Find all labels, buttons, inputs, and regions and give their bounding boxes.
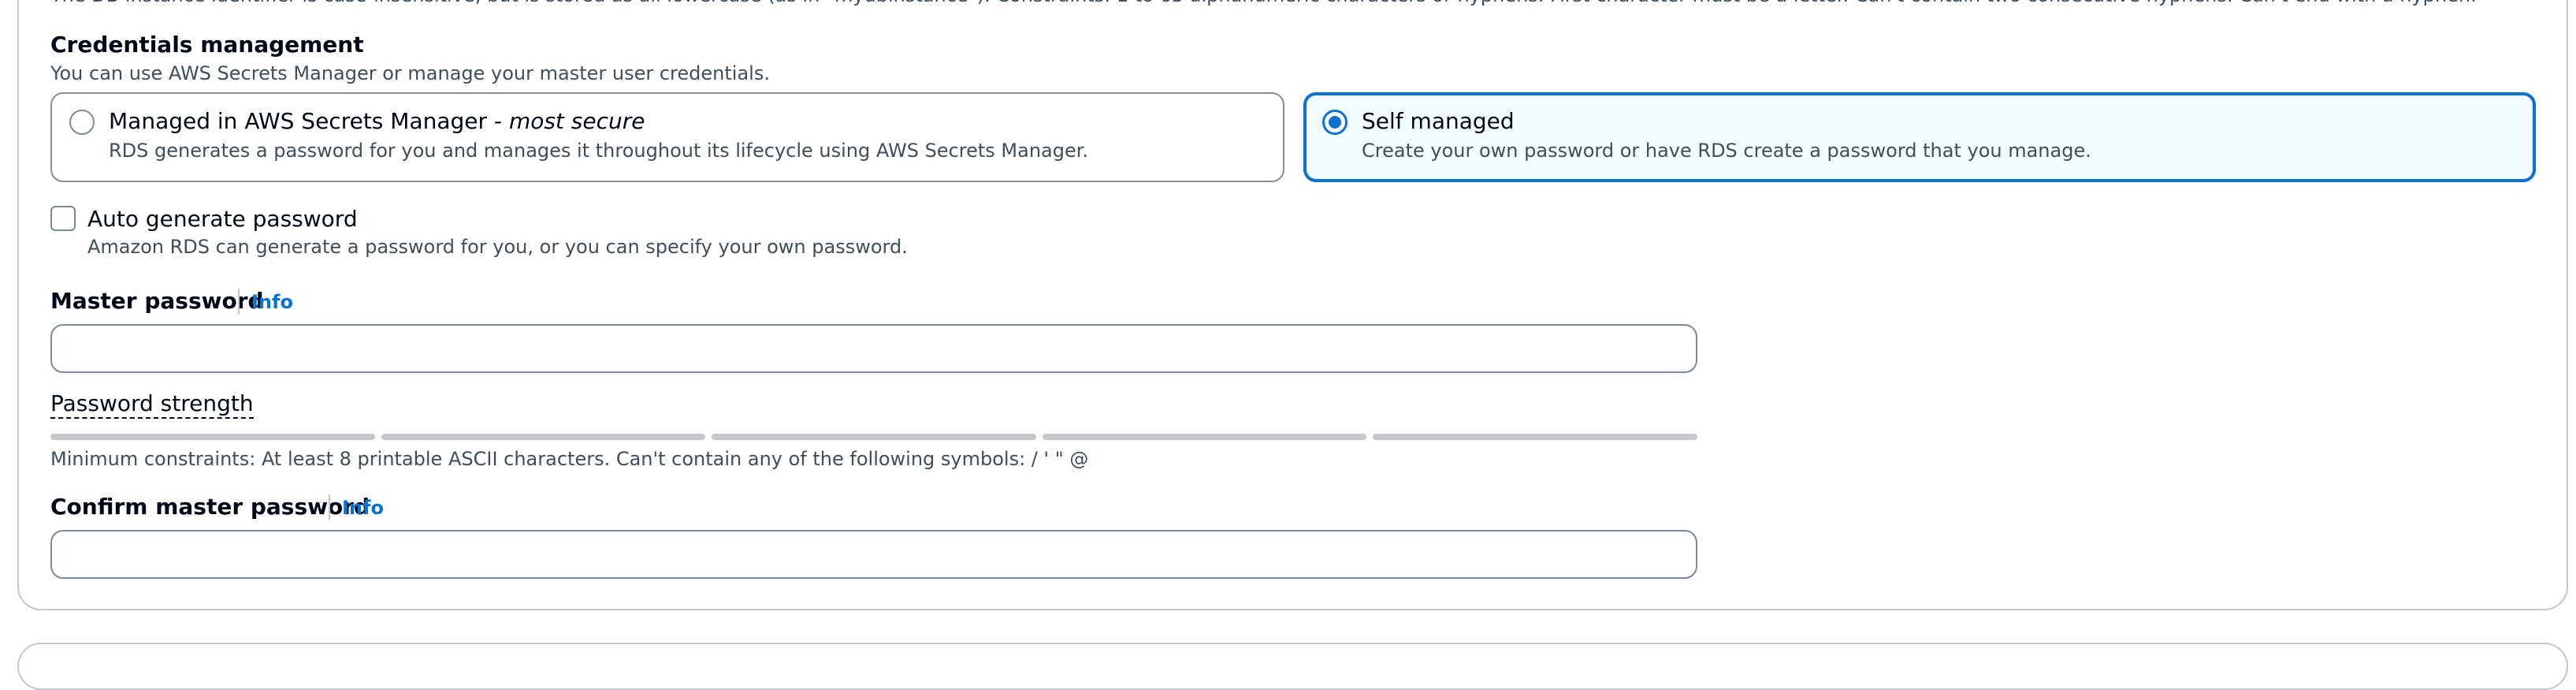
confirm-password-label: Confirm master password: [50, 494, 370, 520]
master-password-divider: [238, 289, 240, 314]
option-secrets-manager-label: Managed in AWS Secrets Manager - most se…: [109, 108, 645, 134]
option-secrets-manager-emphasis: most secure: [508, 108, 645, 134]
strength-segment-5: [1373, 434, 1697, 440]
strength-segment-4: [1042, 434, 1367, 440]
strength-segment-3: [712, 434, 1036, 440]
confirm-password-info-link[interactable]: Info: [342, 497, 384, 519]
master-password-info-link[interactable]: Info: [251, 291, 293, 313]
password-constraints: Minimum constraints: At least 8 printabl…: [50, 448, 1089, 470]
instance-identifier-hint: The DB instance identifier is case-insen…: [50, 0, 2477, 6]
master-password-input[interactable]: [50, 324, 1697, 373]
master-password-label: Master password: [50, 288, 264, 314]
next-panel: [17, 643, 2568, 690]
option-self-managed-label: Self managed: [1362, 108, 1515, 134]
option-secrets-manager-description: RDS generates a password for you and man…: [109, 140, 1089, 162]
option-secrets-manager[interactable]: Managed in AWS Secrets Manager - most se…: [50, 92, 1284, 182]
password-strength-label[interactable]: Password strength: [50, 390, 254, 419]
radio-selected-dot: [1329, 116, 1341, 129]
option-self-managed[interactable]: Self managed Create your own password or…: [1303, 92, 2536, 182]
radio-self-managed[interactable]: [1322, 110, 1347, 135]
confirm-password-divider: [329, 494, 330, 520]
auto-generate-description: Amazon RDS can generate a password for y…: [87, 236, 908, 258]
strength-segment-2: [381, 434, 706, 440]
radio-secrets-manager[interactable]: [69, 110, 95, 135]
strength-segment-1: [50, 434, 375, 440]
password-strength-meter: [50, 434, 1697, 440]
credentials-management-title: Credentials management: [50, 32, 364, 58]
option-self-managed-description: Create your own password or have RDS cre…: [1362, 140, 2091, 162]
auto-generate-label[interactable]: Auto generate password: [87, 206, 358, 232]
auto-generate-checkbox[interactable]: [50, 206, 76, 231]
credentials-management-description: You can use AWS Secrets Manager or manag…: [50, 62, 770, 84]
confirm-password-input[interactable]: [50, 530, 1697, 579]
